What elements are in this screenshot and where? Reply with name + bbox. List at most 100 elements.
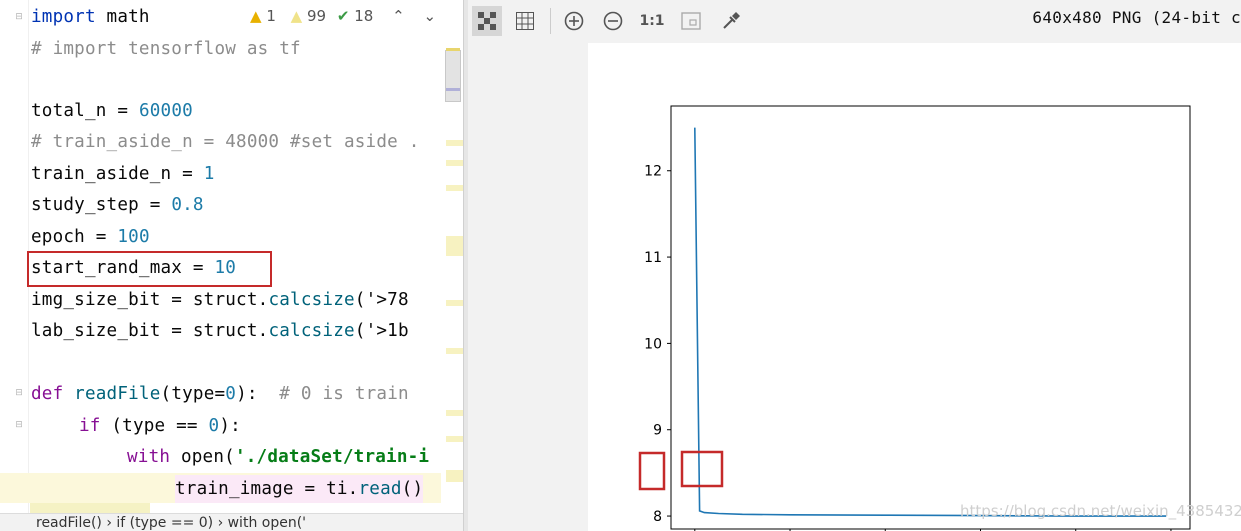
code-text: (type == (100, 416, 209, 436)
keyword: with (127, 447, 171, 467)
grid-toggle-button[interactable] (510, 6, 540, 36)
watermark: https://blog.csdn.net/weixin_43854320 (960, 502, 1241, 520)
series-line (694, 127, 1167, 517)
operator: = (84, 227, 118, 247)
code-line-16[interactable]: train_image = ti.read() (175, 475, 424, 503)
inspection-widget[interactable]: ▲ 1 ▲ 99 ✔ 18 ⌃ ⌄ (250, 7, 436, 25)
image-viewer: 1:1 640x480 PNG (24-bit c 89101112 02040… (468, 0, 1241, 531)
number-literal: 0 (208, 416, 220, 436)
code-line-1[interactable]: import math (31, 3, 150, 31)
weak-warning-count: 99 (306, 7, 327, 25)
comment: # 0 is train (257, 384, 409, 404)
number-literal: 100 (117, 227, 150, 247)
code-text: ('>78 (354, 290, 409, 310)
highlight-box (27, 251, 272, 287)
code-text: (type= (160, 384, 226, 404)
highlight-box (680, 450, 724, 488)
code-editor[interactable]: ⊟ ⊟ ⊟ import math # import tensorflow as… (0, 0, 463, 531)
highlight-box (638, 451, 666, 491)
scroll-marker (446, 470, 463, 482)
code-text: ): (219, 416, 241, 436)
keyword: if (79, 416, 101, 436)
variable-name: total_n (31, 101, 107, 121)
chessboard-icon (478, 12, 496, 30)
code-line-11[interactable]: lab_size_bit = struct.calcsize('>1b (31, 317, 409, 345)
scroll-marker (446, 348, 463, 354)
scroll-marker (446, 300, 463, 306)
image-canvas: 89101112 020406080100 (588, 43, 1241, 531)
operator: = (106, 101, 139, 121)
code-line-15[interactable]: with open('./dataSet/train-i (127, 443, 429, 471)
typo-check-icon: ✔ (336, 7, 350, 25)
code-line-2[interactable]: # import tensorflow as tf (31, 35, 301, 63)
code-line-10[interactable]: img_size_bit = struct.calcsize('>78 (31, 286, 409, 314)
typo-count: 18 (354, 7, 374, 25)
editor-scrollbar[interactable] (441, 0, 463, 531)
keyword: import (31, 7, 96, 27)
fold-icon[interactable]: ⊟ (14, 388, 24, 398)
chevron-up-icon[interactable]: ⌃ (392, 7, 405, 25)
breadcrumb[interactable]: readFile() › if (type == 0) › with open(… (0, 513, 463, 531)
function-call: calcsize (268, 321, 355, 341)
keyword: def (31, 384, 64, 404)
zoom-out-button[interactable] (598, 6, 628, 36)
code-text: ): (236, 384, 258, 404)
y-tick-label: 10 (644, 336, 662, 352)
scroll-marker (446, 48, 460, 51)
code-line-8[interactable]: epoch = 100 (31, 223, 150, 251)
fit-window-icon (681, 12, 701, 30)
scroll-marker (446, 436, 463, 442)
code-line-6[interactable]: train_aside_n = 1 (31, 160, 215, 188)
operator: = (171, 164, 204, 184)
number-literal: 60000 (138, 101, 193, 121)
fold-icon[interactable]: ⊟ (14, 420, 24, 430)
viewer-toolbar: 1:1 640x480 PNG (24-bit c (468, 0, 1241, 42)
toolbar-separator (550, 8, 551, 34)
scroll-marker (446, 236, 463, 256)
y-tick-label: 9 (653, 423, 662, 439)
function-name: readFile (63, 384, 161, 404)
loss-chart: 89101112 020406080100 (638, 105, 1191, 531)
variable-name: train_image (175, 479, 294, 499)
actual-size-button[interactable]: 1:1 (637, 6, 667, 36)
code-line-7[interactable]: study_step = 0.8 (31, 191, 204, 219)
string-literal: './dataSet/train-i (234, 447, 430, 467)
scroll-marker (446, 160, 463, 166)
variable-name: epoch (31, 227, 85, 247)
code-text: = ti. (293, 479, 359, 499)
color-picker-button[interactable] (716, 6, 746, 36)
eyedropper-icon (723, 12, 740, 29)
function-call: read (358, 479, 402, 499)
number-literal: 0.8 (171, 195, 204, 215)
number-literal: 0 (225, 384, 237, 404)
code-text: ('>1b (354, 321, 409, 341)
scroll-marker (446, 410, 463, 416)
plot-frame (670, 105, 1191, 530)
chevron-down-icon[interactable]: ⌄ (423, 7, 436, 25)
zoom-out-icon (603, 11, 623, 31)
code-line-14[interactable]: if (type == 0): (79, 412, 241, 440)
operator: = (138, 195, 172, 215)
function-call: calcsize (268, 290, 355, 310)
variable-name: train_aside_n (31, 164, 172, 184)
warning-count: 1 (266, 7, 276, 25)
code-text: () (401, 479, 424, 499)
code-text: img_size_bit = struct. (31, 290, 269, 310)
variable-name: study_step (31, 195, 139, 215)
code-line-4[interactable]: total_n = 60000 (31, 97, 193, 125)
code-text: lab_size_bit = struct. (31, 321, 269, 341)
chessboard-toggle-button[interactable] (472, 6, 502, 36)
y-tick-label: 8 (653, 509, 662, 525)
warning-icon: ▲ (250, 7, 262, 25)
code-text: open( (170, 447, 235, 467)
scroll-thumb[interactable] (445, 50, 461, 102)
zoom-in-icon (564, 11, 584, 31)
code-line-5[interactable]: # train_aside_n = 48000 #set aside . (31, 128, 420, 156)
number-literal: 1 (203, 164, 215, 184)
fold-icon[interactable]: ⊟ (14, 12, 24, 22)
code-line-13[interactable]: def readFile(type=0): # 0 is train (31, 380, 409, 408)
zoom-in-button[interactable] (559, 6, 589, 36)
fit-zoom-button[interactable] (676, 6, 706, 36)
editor-gutter (0, 0, 29, 531)
y-tick-label: 12 (644, 164, 662, 180)
